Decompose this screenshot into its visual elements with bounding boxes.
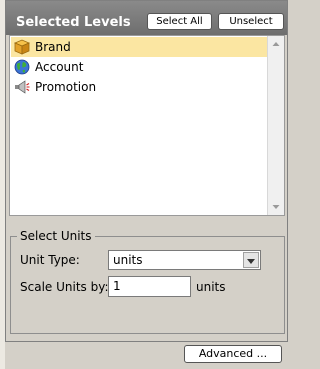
scale-units-label: Scale Units by:: [20, 280, 109, 294]
scale-units-suffix: units: [196, 280, 226, 294]
select-units-legend: Select Units: [17, 230, 95, 242]
list-item-label: Brand: [35, 40, 71, 54]
scale-units-input[interactable]: 1: [108, 276, 191, 297]
unit-type-select[interactable]: units: [108, 250, 261, 270]
advanced-button[interactable]: Advanced ...: [184, 345, 282, 363]
levels-list[interactable]: Brand Account Promotion: [9, 35, 285, 216]
select-all-button[interactable]: Select All: [147, 13, 212, 30]
unselect-button[interactable]: Unselect: [218, 13, 284, 30]
list-item-account[interactable]: Account: [11, 57, 268, 77]
list-item-label: Account: [35, 60, 84, 74]
list-scrollbar[interactable]: [267, 36, 284, 215]
unit-type-label: Unit Type:: [20, 253, 80, 267]
list-item-brand[interactable]: Brand: [11, 37, 268, 57]
panel-title: Selected Levels: [16, 15, 131, 30]
scroll-up-icon[interactable]: [268, 36, 284, 52]
scroll-down-icon[interactable]: [268, 199, 284, 215]
panel-header: Selected Levels Select All Unselect: [6, 1, 287, 35]
megaphone-icon: [14, 79, 30, 95]
list-item-label: Promotion: [35, 80, 97, 94]
chevron-down-icon[interactable]: [243, 252, 259, 268]
globe-icon: [14, 59, 30, 75]
unit-type-value: units: [113, 253, 143, 267]
brand-box-icon: [13, 39, 31, 55]
list-item-promotion[interactable]: Promotion: [11, 77, 268, 97]
